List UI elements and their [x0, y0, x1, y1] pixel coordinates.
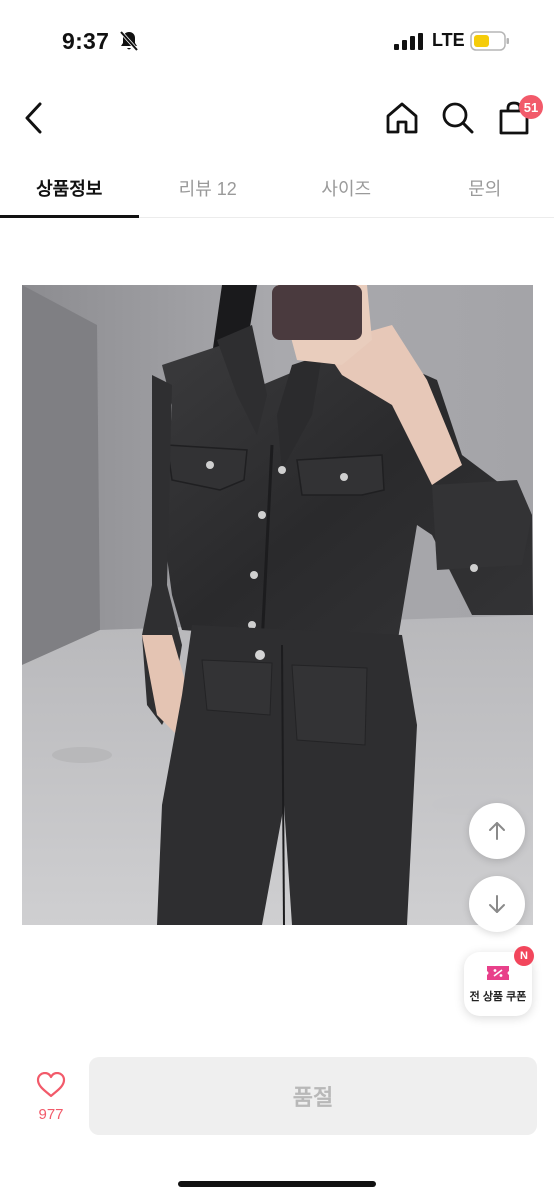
product-detail-screen: 9:37 LTE 51 상품정보 리뷰 12 사이즈 문의 전 상품 쿠폰 N … — [0, 0, 554, 1200]
scroll-up-button[interactable] — [469, 803, 525, 859]
product-tabs: 상품정보 리뷰 12 사이즈 문의 — [0, 160, 554, 218]
status-bar: 9:37 LTE — [0, 0, 554, 80]
arrow-up-icon — [489, 822, 505, 840]
scroll-down-button[interactable] — [469, 876, 525, 932]
tab-inquiry[interactable]: 문의 — [416, 160, 554, 217]
new-badge: N — [514, 946, 534, 966]
top-navigation — [0, 88, 554, 148]
status-time: 9:37 — [62, 28, 110, 54]
home-icon[interactable] — [384, 100, 420, 136]
like-count: 977 — [38, 1106, 64, 1123]
home-indicator — [178, 1181, 376, 1187]
network-type: LTE — [432, 30, 465, 50]
search-icon[interactable] — [440, 100, 476, 136]
coupon-ticket-icon — [487, 966, 509, 980]
tab-size[interactable]: 사이즈 — [277, 160, 416, 217]
product-photo — [22, 285, 533, 925]
signal-icon — [394, 33, 423, 50]
sold-out-button: 품절 — [89, 1057, 537, 1135]
tab-reviews[interactable]: 리뷰 12 — [139, 160, 278, 217]
battery-icon — [470, 31, 509, 51]
coupon-label: 전 상품 쿠폰 — [469, 991, 527, 1003]
bell-off-icon — [119, 30, 139, 52]
arrow-down-icon — [489, 895, 505, 913]
cart-count-badge: 51 — [519, 95, 543, 119]
back-arrow-icon[interactable] — [18, 98, 50, 138]
tab-product-info[interactable]: 상품정보 — [0, 160, 139, 218]
